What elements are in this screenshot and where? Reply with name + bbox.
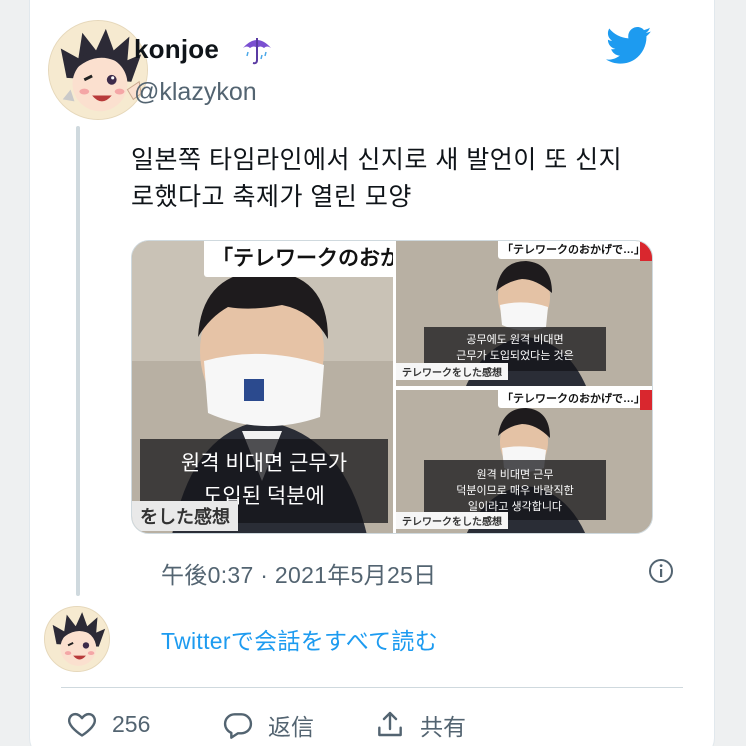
user-avatar[interactable] bbox=[48, 20, 148, 120]
reply-icon bbox=[223, 713, 253, 739]
share-icon bbox=[378, 711, 402, 737]
avatar-icon bbox=[49, 21, 147, 119]
media-caption: テレワークをした感想 bbox=[396, 363, 508, 380]
share-label: 共有 bbox=[420, 714, 466, 740]
media-caption: テレワークをした感想 bbox=[396, 512, 508, 529]
subtitle-line: 원격 비대면 근무가 bbox=[180, 452, 348, 475]
reply-label: 返信 bbox=[268, 714, 314, 740]
info-icon[interactable] bbox=[648, 558, 674, 584]
subtitle-line: 덕분이므로 매우 바람직한 bbox=[456, 485, 574, 497]
tweet-timestamp[interactable]: 午後0:37 · 2021年5月25日 bbox=[161, 556, 436, 590]
red-tab bbox=[640, 390, 652, 410]
media-banner: 「テレワークのおか bbox=[204, 241, 393, 277]
subtitle-line: 근무가 도입되었다는 것은 bbox=[456, 350, 574, 362]
media-banner: 「テレワークのおかげで…」 bbox=[498, 390, 649, 408]
media-image-left[interactable]: 「テレワークのおか 원격 비대면 근무가 도입된 덕분에 をした感想 bbox=[132, 241, 393, 533]
avatar-icon bbox=[45, 607, 109, 671]
user-handle[interactable]: @klazykon bbox=[134, 78, 257, 107]
thread-avatar[interactable] bbox=[44, 606, 110, 672]
twitter-bird-icon[interactable] bbox=[606, 26, 652, 66]
display-name[interactable]: konjoe bbox=[134, 34, 219, 65]
media-caption: をした感想 bbox=[132, 501, 238, 531]
subtitle-line: 공무에도 원격 비대면 bbox=[466, 334, 564, 346]
tweet-text-line: 일본쪽 타임라인에서 신지로 새 발언이 또 신지 bbox=[131, 146, 623, 174]
red-tab bbox=[640, 241, 652, 261]
subtitle-line: 원격 비대면 근무 bbox=[476, 469, 554, 481]
media-banner: 「テレワークのおかげで…」 bbox=[498, 241, 649, 259]
like-count: 256 bbox=[112, 710, 151, 737]
media-image-right-top[interactable]: 「テレワークのおかげで…」 공무에도 원격 비대면 근무가 도입되었다는 것은 … bbox=[396, 241, 652, 386]
reply-button[interactable]: 返信 bbox=[222, 708, 314, 742]
like-button[interactable]: 256 bbox=[66, 708, 150, 740]
umbrella-emoji-icon bbox=[243, 38, 271, 65]
heart-icon bbox=[68, 712, 96, 737]
divider bbox=[61, 687, 683, 688]
media-image-right-bottom[interactable]: 「テレワークのおかげで…」 원격 비대면 근무 덕분이므로 매우 바람직한 일이… bbox=[396, 390, 652, 533]
media-column-right: 「テレワークのおかげで…」 공무에도 원격 비대면 근무가 도입되었다는 것은 … bbox=[396, 241, 652, 533]
share-button[interactable]: 共有 bbox=[374, 708, 466, 742]
tweet-text: 일본쪽 타임라인에서 신지로 새 발언이 또 신지 로했다고 축제가 열린 모양 bbox=[131, 142, 651, 216]
thread-connector bbox=[76, 126, 80, 596]
read-conversation-link[interactable]: Twitterで会話をすべて読む bbox=[161, 622, 438, 656]
media-subtitle: 원격 비대면 근무 덕분이므로 매우 바람직한 일이라고 생각합니다 bbox=[424, 460, 606, 520]
media-grid[interactable]: 「テレワークのおか 원격 비대면 근무가 도입된 덕분에 をした感想 「テレワー… bbox=[131, 240, 653, 534]
tweet-text-line: 로했다고 축제가 열린 모양 bbox=[131, 183, 412, 211]
